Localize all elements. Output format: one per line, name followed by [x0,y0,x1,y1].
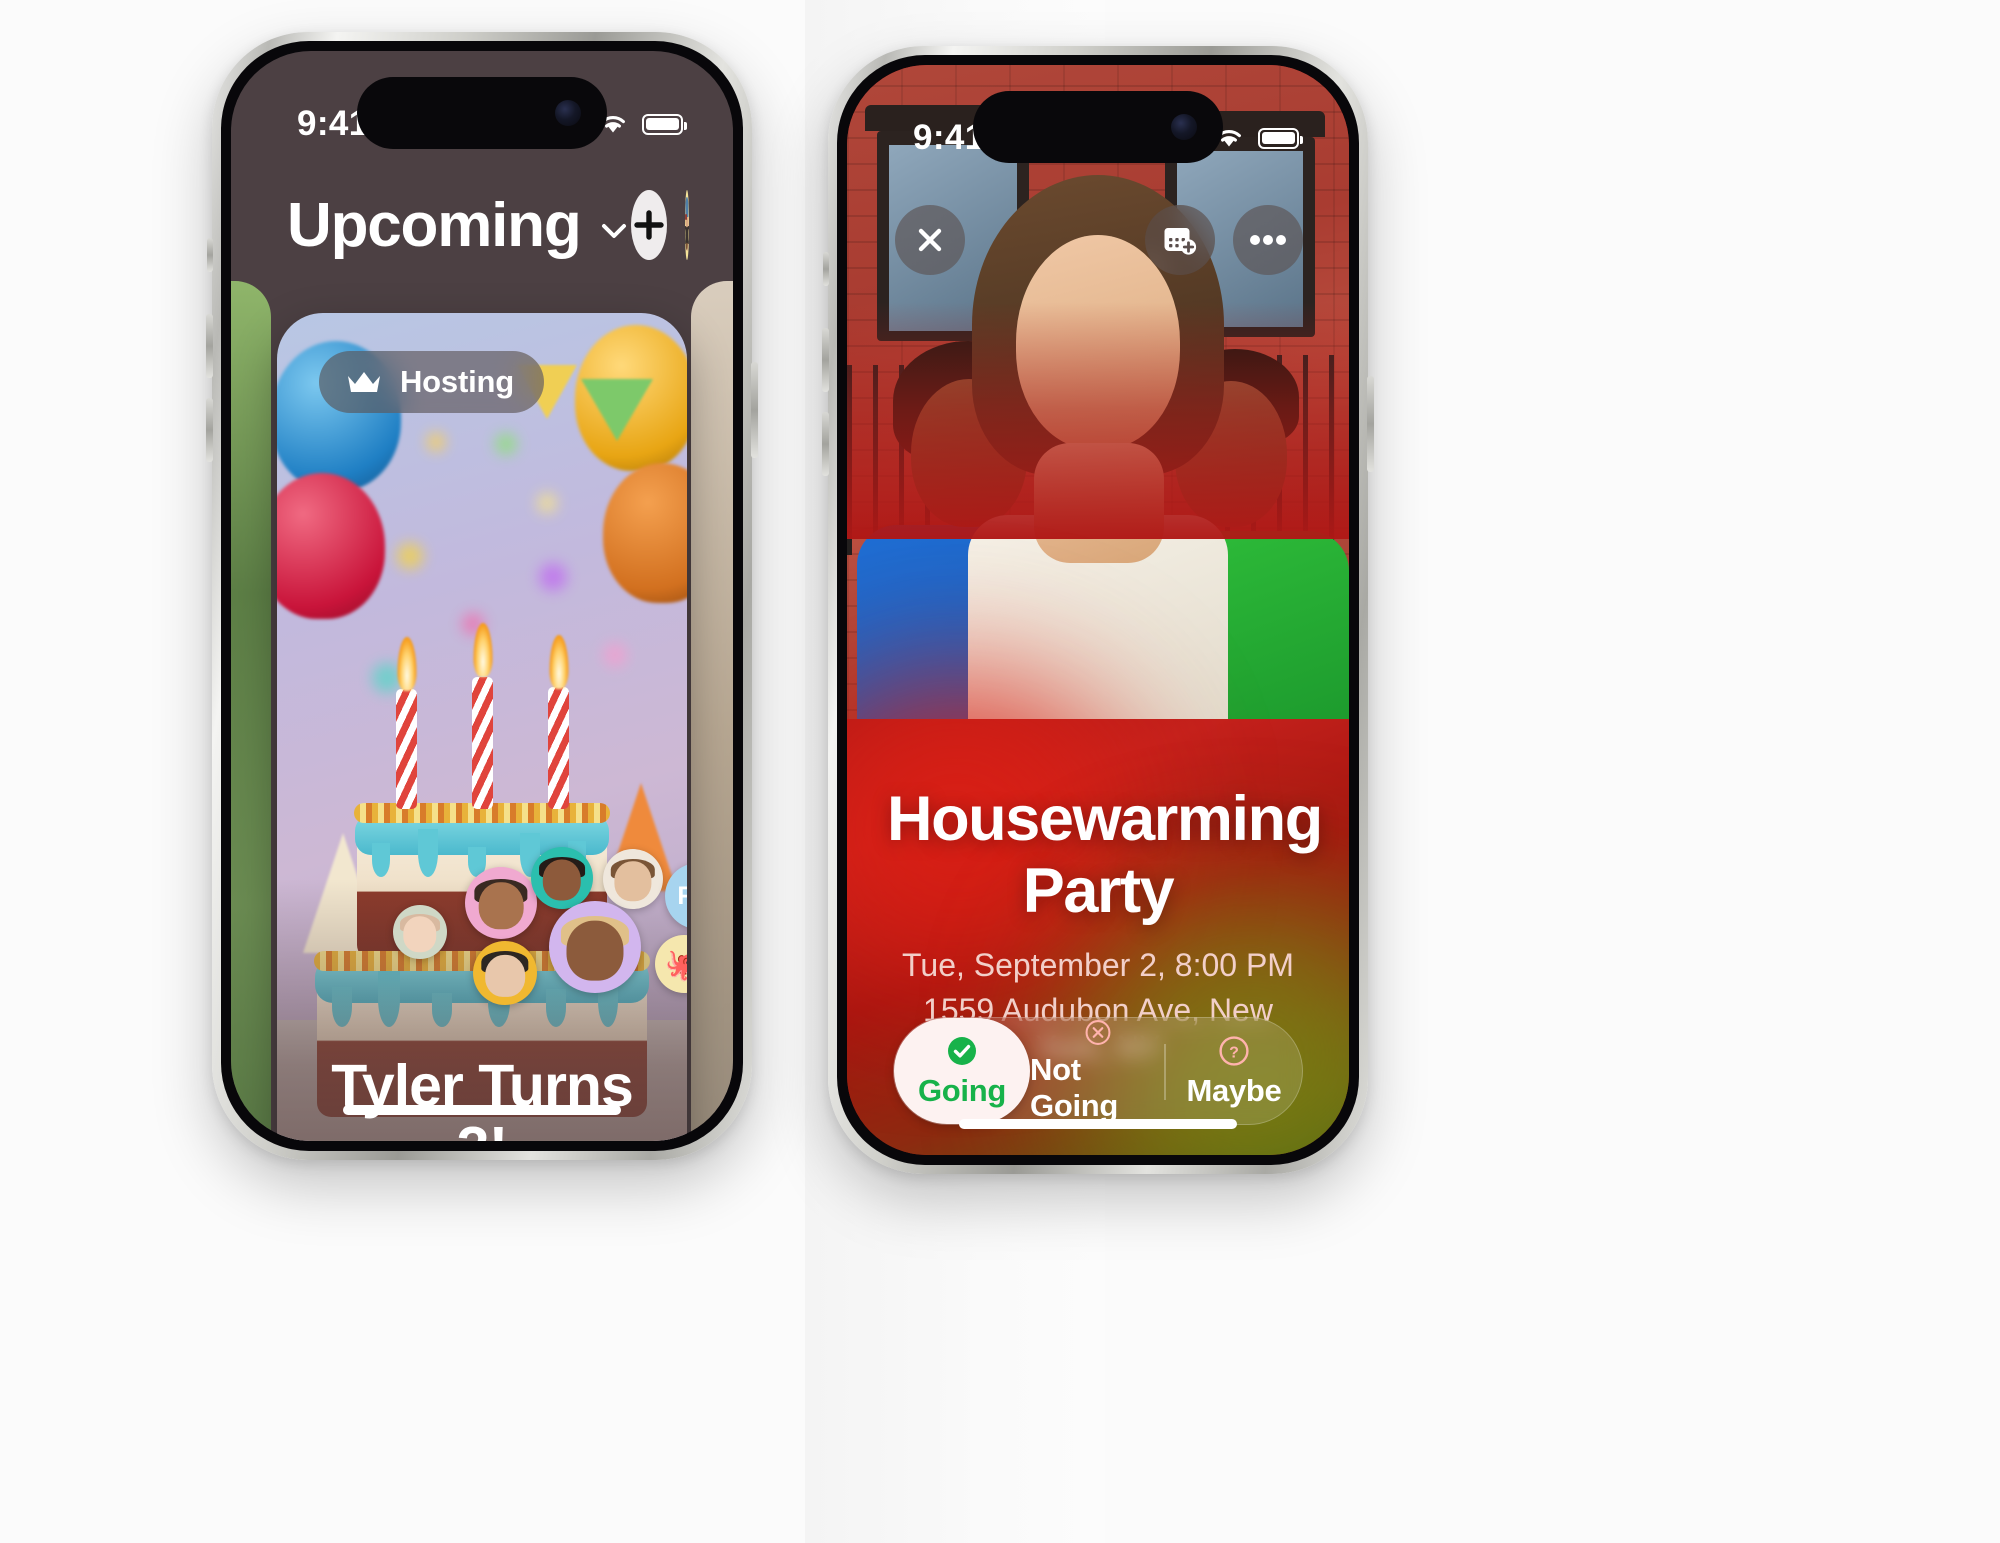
attendee-avatar-cluster[interactable]: RW 🐙 JL [277,843,687,1023]
rsvp-maybe-label: Maybe [1186,1072,1282,1108]
crown-icon [348,372,380,392]
svg-text:?: ? [1229,1044,1239,1061]
add-event-button[interactable] [630,190,667,260]
page-title: Upcoming [287,190,582,260]
rsvp-option-not-going[interactable]: Not Going [1030,1018,1166,1124]
left-phone-power-button[interactable] [751,362,758,458]
list-item[interactable] [473,941,537,1005]
calendar-add-icon [1164,228,1197,255]
x-circle-icon [1085,1020,1111,1045]
list-item[interactable]: 🐙 [655,935,687,993]
check-circle-icon [948,1036,976,1065]
front-camera [1171,114,1197,140]
rsvp-option-going[interactable]: Going [894,1018,1030,1124]
left-nav-bar: Upcoming [231,179,733,271]
detail-action-bar [847,205,1349,275]
memoji-avatar [684,190,689,260]
battery-icon [1258,127,1303,149]
question-circle-icon: ? [1219,1035,1249,1066]
upcoming-events-view: 9:41 Upcoming Hosting R 🐙 Tyler Turns [231,51,733,1141]
left-phone-volume-down[interactable] [206,398,213,462]
close-x-icon [918,228,942,252]
event-card-text: Tyler Turns 3! Sat, June 14, 3:00 PM Chi… [277,1055,687,1141]
home-indicator[interactable] [343,1105,621,1115]
right-phone-screen: 9:41 Housewarming Party Tue, September 2… [847,65,1349,1155]
event-title: Housewarming Party [887,784,1323,926]
rsvp-option-maybe[interactable]: ? Maybe [1166,1018,1302,1124]
screenshot-stage: 9:41 Upcoming Hosting R 🐙 Tyler Turns 9:… [0,0,2000,1543]
previous-event-card-peek[interactable] [231,281,271,1141]
event-detail-view: 9:41 Housewarming Party Tue, September 2… [847,65,1349,1155]
right-phone-power-button[interactable] [1367,376,1374,472]
front-camera [555,100,581,126]
rsvp-segmented-control[interactable]: Going Not Going ? Maybe [893,1017,1303,1125]
right-phone-device: 9:41 Housewarming Party Tue, September 2… [822,46,1374,1174]
profile-avatar-button[interactable] [684,190,689,260]
home-indicator[interactable] [959,1119,1237,1129]
dynamic-island [357,77,607,149]
list-item[interactable] [531,847,593,909]
dynamic-island [973,91,1223,163]
list-item[interactable] [393,905,447,959]
status-badge-hosting: Hosting [319,351,544,413]
right-phone-volume-up[interactable] [822,328,829,392]
event-title: Tyler Turns 3! [331,1052,634,1141]
list-item[interactable] [465,867,537,939]
right-phone-silent-switch[interactable] [823,252,829,286]
rsvp-going-label: Going [917,1072,1007,1108]
left-phone-screen: 9:41 Upcoming Hosting R 🐙 Tyler Turns [231,51,733,1141]
list-item[interactable] [549,901,641,993]
left-phone-silent-switch[interactable] [207,238,213,272]
event-date: Tue, September 2, 8:00 PM [902,947,1294,983]
left-phone-volume-up[interactable] [206,314,213,378]
list-item[interactable] [603,849,663,909]
ellipsis-icon [1250,235,1286,245]
close-button[interactable] [895,205,965,275]
hosting-badge-label: Hosting [400,364,514,399]
chevron-down-icon[interactable] [597,214,631,248]
list-item[interactable]: RW [665,863,687,929]
add-to-calendar-button[interactable] [1145,205,1215,275]
more-options-button[interactable] [1233,205,1303,275]
rsvp-not-going-label: Not Going [1030,1052,1119,1123]
plus-icon [633,210,664,240]
right-phone-volume-down[interactable] [822,412,829,476]
battery-icon [642,113,687,135]
left-phone-device: 9:41 Upcoming Hosting R 🐙 Tyler Turns [206,32,758,1160]
event-card-tyler-birthday[interactable]: Hosting R 🐙 Tyler Turns [277,313,687,1141]
next-event-card-peek[interactable] [691,281,733,1141]
